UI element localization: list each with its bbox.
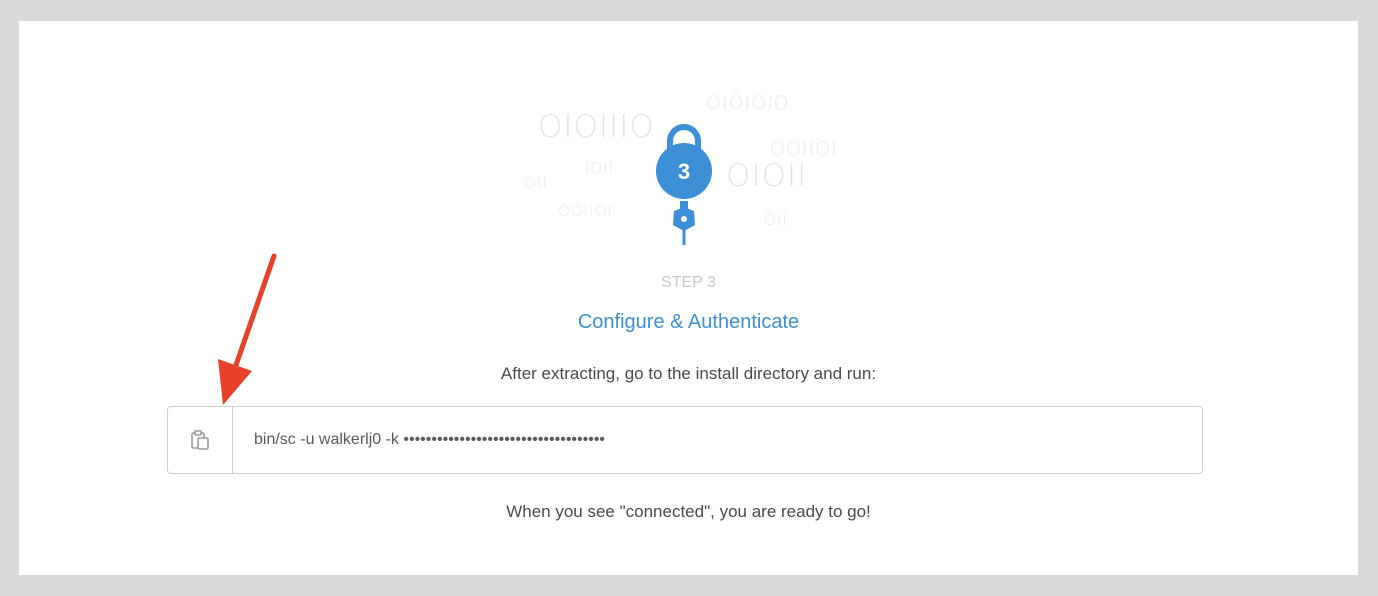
- copy-button[interactable]: [168, 407, 233, 473]
- binary-decoration: OOIIOI: [770, 138, 838, 160]
- instruction-text: After extracting, go to the install dire…: [500, 364, 877, 383]
- command-field[interactable]: bin/sc -u walkerlj0 -k •••••••••••••••••…: [167, 406, 1203, 474]
- binary-decoration: IOII: [585, 159, 615, 177]
- padlock-icon: 3: [656, 124, 712, 245]
- command-text[interactable]: bin/sc -u walkerlj0 -k •••••••••••••••••…: [233, 407, 605, 473]
- ready-message: When you see "connected", you are ready …: [506, 502, 871, 521]
- binary-decoration: OIOIOIO: [706, 92, 790, 114]
- key-icon: [673, 201, 695, 245]
- step-label: STEP 3: [661, 274, 716, 291]
- binary-decoration: OII: [764, 211, 788, 229]
- clipboard-icon: [191, 430, 209, 450]
- binary-decoration: OOIIOI: [558, 202, 613, 220]
- step-title: Configure & Authenticate: [577, 311, 800, 333]
- binary-decoration: OIOIIIO: [538, 109, 655, 145]
- binary-decoration: OII: [524, 174, 548, 192]
- binary-decoration: OIOII: [726, 158, 808, 194]
- step-number: 3: [678, 159, 690, 184]
- step-panel: OIOIIIO OIOIOIO IOII OII OOIIOI OOIIOI O…: [19, 21, 1358, 575]
